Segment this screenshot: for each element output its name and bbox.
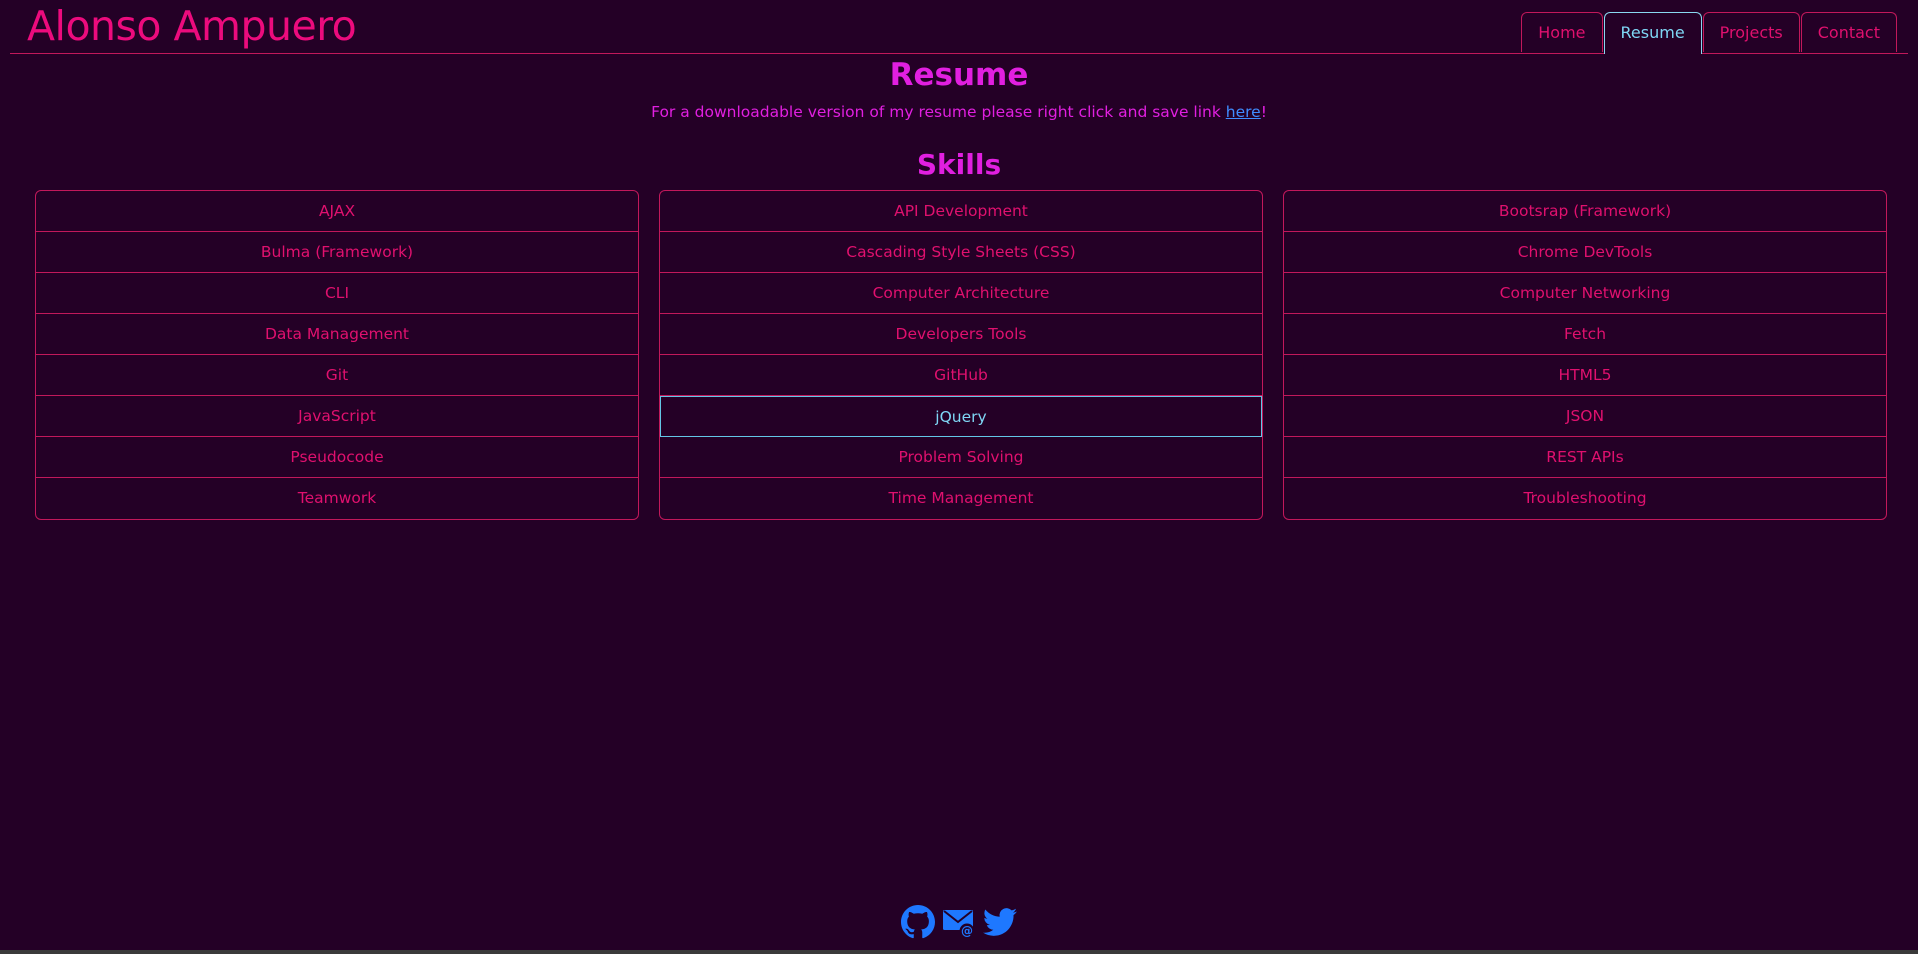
nav-tab-home[interactable]: Home: [1521, 12, 1603, 52]
skill-item[interactable]: GitHub: [660, 355, 1262, 396]
skill-item[interactable]: JSON: [1284, 396, 1886, 437]
skills-column-2: API Development Cascading Style Sheets (…: [659, 190, 1263, 520]
twitter-icon[interactable]: [983, 905, 1017, 939]
skill-item[interactable]: Developers Tools: [660, 314, 1262, 355]
skill-item[interactable]: Troubleshooting: [1284, 478, 1886, 519]
skill-item-highlighted[interactable]: jQuery: [660, 396, 1262, 437]
skill-item[interactable]: Git: [36, 355, 638, 396]
skill-item[interactable]: Bulma (Framework): [36, 232, 638, 273]
page: Alonso Ampuero Home Resume Projects Cont…: [0, 0, 1918, 954]
site-header: Alonso Ampuero Home Resume Projects Cont…: [10, 0, 1908, 54]
resume-note-text: For a downloadable version of my resume …: [651, 103, 1226, 121]
site-title[interactable]: Alonso Ampuero: [27, 2, 357, 50]
skill-item[interactable]: Computer Architecture: [660, 273, 1262, 314]
nav-tab-resume[interactable]: Resume: [1603, 12, 1702, 54]
skill-item[interactable]: Computer Networking: [1284, 273, 1886, 314]
main-nav: Home Resume Projects Contact: [1521, 12, 1897, 54]
skill-item[interactable]: Chrome DevTools: [1284, 232, 1886, 273]
skill-item[interactable]: REST APIs: [1284, 437, 1886, 478]
skills-heading: Skills: [916, 148, 1002, 181]
github-icon[interactable]: [901, 905, 935, 939]
skill-item[interactable]: Bootsrap (Framework): [1284, 191, 1886, 232]
skill-item[interactable]: Time Management: [660, 478, 1262, 519]
skill-item[interactable]: Problem Solving: [660, 437, 1262, 478]
nav-tab-contact[interactable]: Contact: [1800, 12, 1897, 52]
skill-item[interactable]: Fetch: [1284, 314, 1886, 355]
skill-item[interactable]: AJAX: [36, 191, 638, 232]
skill-item[interactable]: JavaScript: [36, 396, 638, 437]
email-icon[interactable]: @: [942, 905, 976, 939]
skill-item[interactable]: CLI: [36, 273, 638, 314]
resume-download-note: For a downloadable version of my resume …: [0, 101, 1918, 123]
skills-column-1: AJAX Bulma (Framework) CLI Data Manageme…: [35, 190, 639, 520]
skill-item[interactable]: Data Management: [36, 314, 638, 355]
skills-grid: AJAX Bulma (Framework) CLI Data Manageme…: [35, 190, 1887, 520]
resume-download-link[interactable]: here: [1226, 103, 1261, 121]
skill-item[interactable]: Teamwork: [36, 478, 638, 519]
bottom-divider: [0, 950, 1918, 954]
skill-item[interactable]: HTML5: [1284, 355, 1886, 396]
skills-column-3: Bootsrap (Framework) Chrome DevTools Com…: [1283, 190, 1887, 520]
resume-note-end: !: [1260, 103, 1267, 121]
skill-item[interactable]: Pseudocode: [36, 437, 638, 478]
svg-text:@: @: [961, 924, 973, 938]
nav-tab-projects[interactable]: Projects: [1702, 12, 1800, 52]
skill-item[interactable]: Cascading Style Sheets (CSS): [660, 232, 1262, 273]
skill-item[interactable]: API Development: [660, 191, 1262, 232]
social-links: @: [0, 905, 1918, 939]
page-title: Resume: [889, 57, 1029, 93]
